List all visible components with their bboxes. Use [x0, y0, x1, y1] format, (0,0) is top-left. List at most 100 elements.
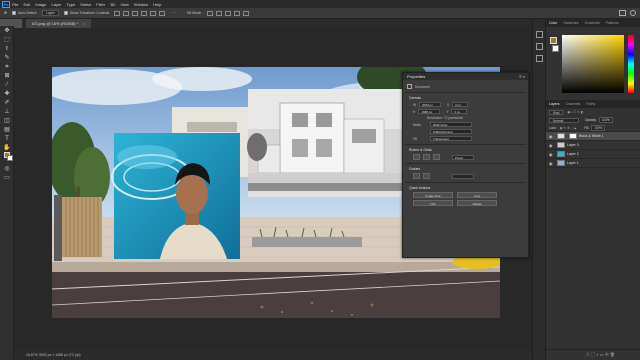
auto-select-checkbox[interactable]: [11, 11, 16, 15]
color-picker-field[interactable]: [562, 35, 624, 93]
move-tool-icon[interactable]: ✥: [4, 11, 7, 15]
lock-icons[interactable]: ▦ ✎ ✥ ⬚ 🔒︎: [560, 126, 577, 130]
menu-edit[interactable]: Edit: [23, 2, 30, 7]
visibility-eye-icon[interactable]: ◉: [549, 134, 555, 139]
auto-select-dropdown[interactable]: Layer: [42, 10, 59, 16]
align-left-icon[interactable]: [114, 10, 121, 16]
search-icon[interactable]: [630, 10, 636, 16]
layer-row[interactable]: ◉ Layer 1: [546, 159, 640, 168]
tab-paths[interactable]: Paths: [586, 102, 595, 106]
quick-select-tool-icon[interactable]: ✎: [3, 55, 11, 62]
grid-icon[interactable]: [423, 154, 430, 160]
hand-tool-icon[interactable]: ✋: [3, 145, 11, 152]
info-panel-icon[interactable]: [536, 43, 543, 50]
quick-mask-icon[interactable]: ◎: [3, 166, 11, 173]
align-middle-icon[interactable]: [150, 10, 157, 16]
tab-color[interactable]: Color: [549, 21, 557, 25]
layer-row[interactable]: ◉ Layer 3: [546, 141, 640, 150]
visibility-eye-icon[interactable]: ◉: [549, 152, 555, 157]
quick-actions-title[interactable]: Quick Actions: [403, 186, 528, 190]
align-center-icon[interactable]: [123, 10, 130, 16]
background-color-swatch[interactable]: [7, 155, 13, 161]
menu-view[interactable]: View: [120, 2, 129, 7]
rotate-button[interactable]: Rotate: [457, 200, 497, 206]
rotate-3d-icon[interactable]: [206, 10, 213, 16]
lasso-tool-icon[interactable]: ℓ: [3, 46, 11, 53]
pan-3d-icon[interactable]: [224, 10, 231, 16]
snap-icon[interactable]: [433, 154, 440, 160]
visibility-eye-icon[interactable]: ◉: [549, 161, 555, 166]
guides-style-dropdown[interactable]: [452, 173, 474, 179]
rulers-section-title[interactable]: Rulers & Grids: [403, 148, 528, 152]
trim-button[interactable]: Trim: [413, 200, 453, 206]
properties-header[interactable]: Properties ≡ ×: [403, 73, 528, 80]
layer-kind-filter[interactable]: Kind: [549, 109, 564, 115]
eyedropper-tool-icon[interactable]: ⁄: [3, 82, 11, 89]
align-bottom-icon[interactable]: [159, 10, 166, 16]
tab-channels[interactable]: Channels: [566, 102, 581, 106]
type-tool-icon[interactable]: T: [3, 136, 11, 143]
filter-icons[interactable]: ▣ ◐ T ▭ ◧: [567, 110, 583, 114]
background-color-swatch[interactable]: [552, 45, 559, 52]
x-field[interactable]: 0 px: [452, 102, 469, 107]
guides-lock-icon[interactable]: [423, 173, 430, 179]
menu-file[interactable]: File: [12, 2, 18, 7]
canvas-section-title[interactable]: Canvas: [403, 96, 528, 100]
opacity-value[interactable]: 100%: [598, 117, 613, 123]
move-tool-icon[interactable]: ✥: [3, 28, 11, 35]
menu-select[interactable]: Select: [80, 2, 91, 7]
blend-mode-dropdown[interactable]: Normal: [549, 117, 579, 123]
width-field[interactable]: 3000 px: [419, 102, 442, 107]
height-field[interactable]: 1688 px: [418, 109, 441, 114]
menu-3d[interactable]: 3D: [110, 2, 115, 7]
align-right-icon[interactable]: [132, 10, 139, 16]
gradient-tool-icon[interactable]: ▤: [3, 127, 11, 134]
brush-tool-icon[interactable]: ✐: [3, 100, 11, 107]
more-options-icon[interactable]: ···: [172, 11, 176, 15]
fill-value[interactable]: 100%: [591, 124, 606, 131]
guides-visibility-icon[interactable]: [413, 173, 420, 179]
foreground-color-swatch[interactable]: [550, 37, 557, 44]
menu-filter[interactable]: Filter: [96, 2, 105, 7]
document-tab[interactable]: t23.png @ 16% (RGB/8) * ×: [26, 19, 91, 28]
slide-3d-icon[interactable]: [233, 10, 240, 16]
panel-menu-icon[interactable]: ≡ ×: [519, 73, 528, 80]
properties-panel-icon[interactable]: [536, 55, 543, 62]
menu-type[interactable]: Type: [67, 2, 76, 7]
healing-brush-tool-icon[interactable]: ✚: [3, 91, 11, 98]
guides-section-title[interactable]: Guides: [403, 167, 528, 171]
image-size-button[interactable]: Image Size: [413, 192, 453, 198]
align-top-icon[interactable]: [141, 10, 148, 16]
close-tab-icon[interactable]: ×: [82, 21, 84, 26]
visibility-eye-icon[interactable]: ◉: [549, 143, 555, 148]
history-panel-icon[interactable]: [536, 31, 543, 38]
tab-patterns[interactable]: Patterns: [606, 21, 619, 25]
menu-image[interactable]: Image: [35, 2, 46, 7]
workspace-icon[interactable]: [619, 10, 626, 16]
mode-dropdown[interactable]: RGB Color: [430, 122, 472, 127]
hue-slider[interactable]: [628, 35, 634, 93]
tab-gradients[interactable]: Gradients: [585, 21, 600, 25]
clone-stamp-tool-icon[interactable]: ⊥: [3, 109, 11, 116]
layers-footer-icons[interactable]: ⓕ ▢ ◐ ▭ ▣ 🗑︎: [546, 349, 640, 359]
menu-help[interactable]: Help: [153, 2, 161, 7]
eraser-tool-icon[interactable]: ◫: [3, 118, 11, 125]
scale-3d-icon[interactable]: [242, 10, 249, 16]
layer-row[interactable]: ◉ Black & White 1: [546, 132, 640, 141]
bit-depth-dropdown[interactable]: 8 Bits/Channel: [430, 129, 472, 134]
ruler-icon[interactable]: [413, 154, 420, 160]
tab-layers[interactable]: Layers: [549, 102, 560, 106]
menu-window[interactable]: Window: [134, 2, 148, 7]
marquee-tool-icon[interactable]: ⬚: [3, 37, 11, 44]
screen-mode-icon[interactable]: ▭: [3, 175, 11, 182]
menu-layer[interactable]: Layer: [51, 2, 61, 7]
y-field[interactable]: 0 px: [451, 109, 468, 114]
tab-swatches[interactable]: Swatches: [563, 21, 578, 25]
layer-row[interactable]: ◉ Layer 2: [546, 150, 640, 159]
crop-tool-icon[interactable]: ⌗: [3, 64, 11, 71]
show-transform-checkbox[interactable]: [63, 11, 68, 15]
ruler-units-dropdown[interactable]: Pixels: [452, 154, 474, 160]
roll-3d-icon[interactable]: [215, 10, 222, 16]
fill-dropdown[interactable]: Transparent: [430, 136, 472, 141]
frame-tool-icon[interactable]: ⊠: [3, 73, 11, 80]
